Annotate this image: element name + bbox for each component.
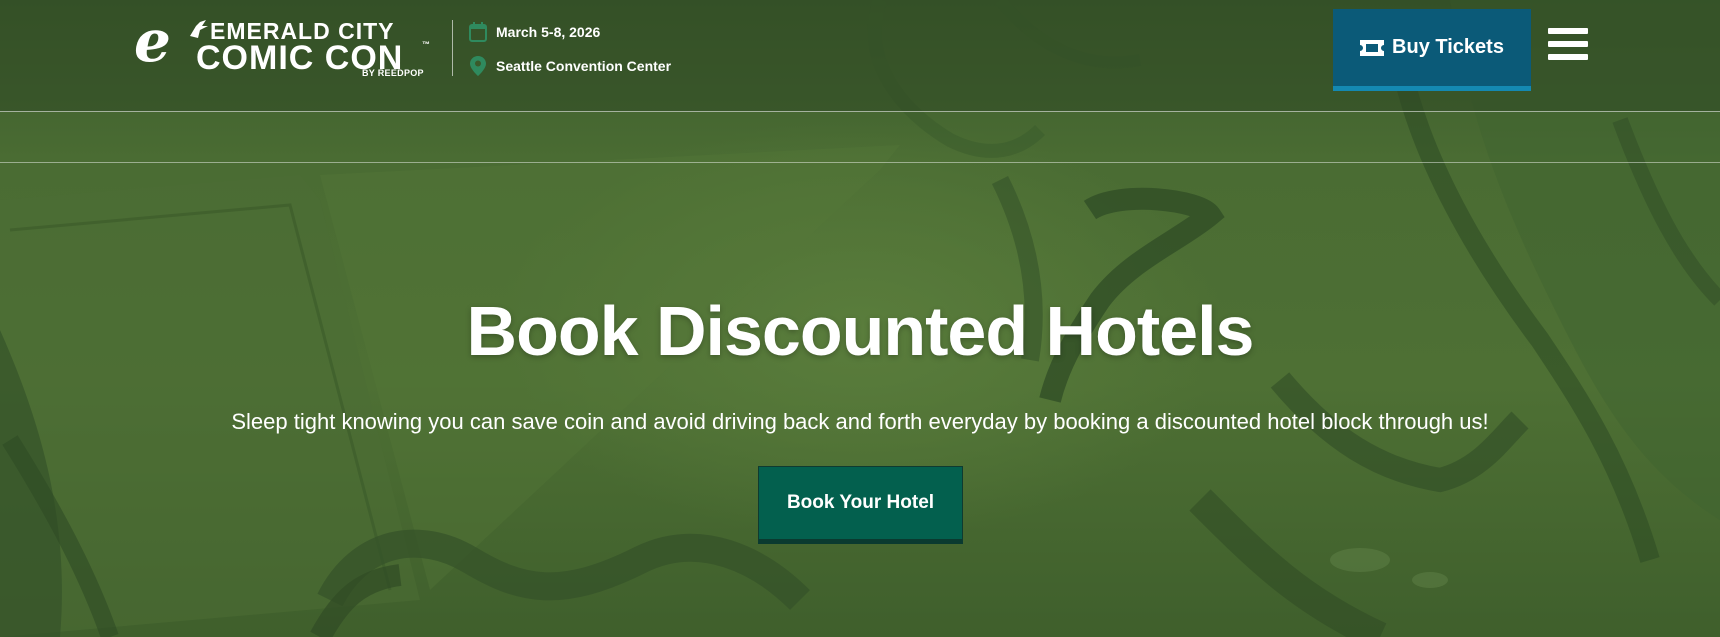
logo-byline: BY REEDPOP <box>362 68 424 78</box>
map-pin-icon <box>468 56 488 76</box>
book-hotel-button[interactable]: Book Your Hotel <box>758 466 963 544</box>
logo-hero-figure-icon <box>190 20 208 38</box>
buy-tickets-button[interactable]: Buy Tickets <box>1333 9 1531 91</box>
logo-trademark: ™ <box>422 40 430 49</box>
calendar-icon <box>468 22 488 42</box>
hero-subtitle: Sleep tight knowing you can save coin an… <box>231 409 1489 434</box>
sub-navigation-bar <box>0 112 1720 163</box>
event-dates: March 5-8, 2026 <box>468 20 671 44</box>
header-divider <box>452 20 453 76</box>
hamburger-menu-icon[interactable] <box>1548 28 1590 68</box>
book-hotel-label: Book Your Hotel <box>786 492 935 513</box>
event-info: March 5-8, 2026 Seattle Convention Cente… <box>468 20 671 78</box>
ticket-icon <box>1360 39 1385 56</box>
event-venue: Seattle Convention Center <box>468 54 671 78</box>
site-logo[interactable]: e EMERALD CITY COMIC CON ™ BY REEDPOP <box>134 12 434 80</box>
buy-tickets-label: Buy Tickets <box>1392 36 1504 58</box>
event-venue-text: Seattle Convention Center <box>496 58 672 74</box>
site-header: e EMERALD CITY COMIC CON ™ BY REEDPOP Ma… <box>0 0 1720 112</box>
event-dates-text: March 5-8, 2026 <box>496 24 601 40</box>
logo-e-mark: e <box>134 7 171 75</box>
hero-title: Book Discounted Hotels <box>466 292 1255 370</box>
